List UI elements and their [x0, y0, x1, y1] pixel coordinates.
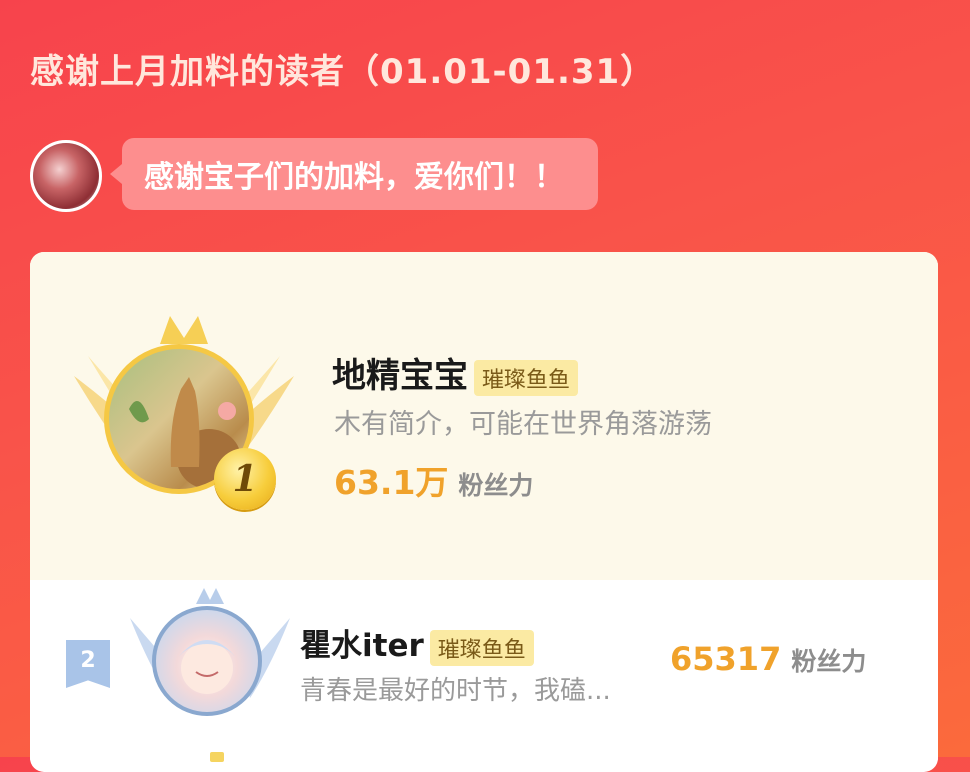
- fans-power-value: 63.1万: [334, 463, 449, 502]
- fans-power-value: 65317: [670, 640, 782, 678]
- user-name-text[interactable]: 地精宝宝: [332, 356, 468, 396]
- fans-power-label: 粉丝力: [791, 647, 867, 676]
- user-bio: 木有简介，可能在世界角落游荡: [334, 409, 712, 440]
- user-name[interactable]: 瞿水iter 璀璨鱼鱼: [300, 620, 534, 666]
- anime-girl-image-icon: [176, 640, 238, 694]
- fans-power-label: 粉丝力: [458, 471, 534, 500]
- rank-badge-1: 1: [214, 448, 276, 510]
- ranking-item-2[interactable]: 2 瞿水iter 璀璨鱼鱼 青春是最好的时节，我磕... 65317 粉丝力: [30, 580, 938, 762]
- fan-level-badge: 璀璨鱼鱼: [429, 629, 534, 666]
- author-avatar[interactable]: [30, 140, 102, 212]
- user-bio: 青春是最好的时节，我磕...: [300, 676, 611, 706]
- crown-icon: [210, 752, 224, 762]
- ranking-item-1[interactable]: 1 地精宝宝 璀璨鱼鱼 木有简介，可能在世界角落游荡 63.1万 粉丝力: [30, 252, 938, 580]
- fan-level-badge: 璀璨鱼鱼: [474, 359, 579, 396]
- ranking-card: 1 地精宝宝 璀璨鱼鱼 木有简介，可能在世界角落游荡 63.1万 粉丝力 2 瞿水i…: [30, 252, 938, 772]
- author-message-bubble: 感谢宝子们的加料，爱你们！！: [110, 138, 598, 210]
- page-title: 感谢上月加料的读者（01.01-01.31）: [30, 52, 656, 92]
- fans-power: 63.1万 粉丝力: [334, 456, 533, 504]
- rank-badge-2: 2: [66, 640, 110, 688]
- user-avatar[interactable]: [152, 606, 262, 716]
- user-name-text[interactable]: 瞿水iter: [300, 628, 424, 664]
- user-name[interactable]: 地精宝宝 璀璨鱼鱼: [332, 348, 579, 397]
- fans-power: 65317 粉丝力: [670, 640, 866, 678]
